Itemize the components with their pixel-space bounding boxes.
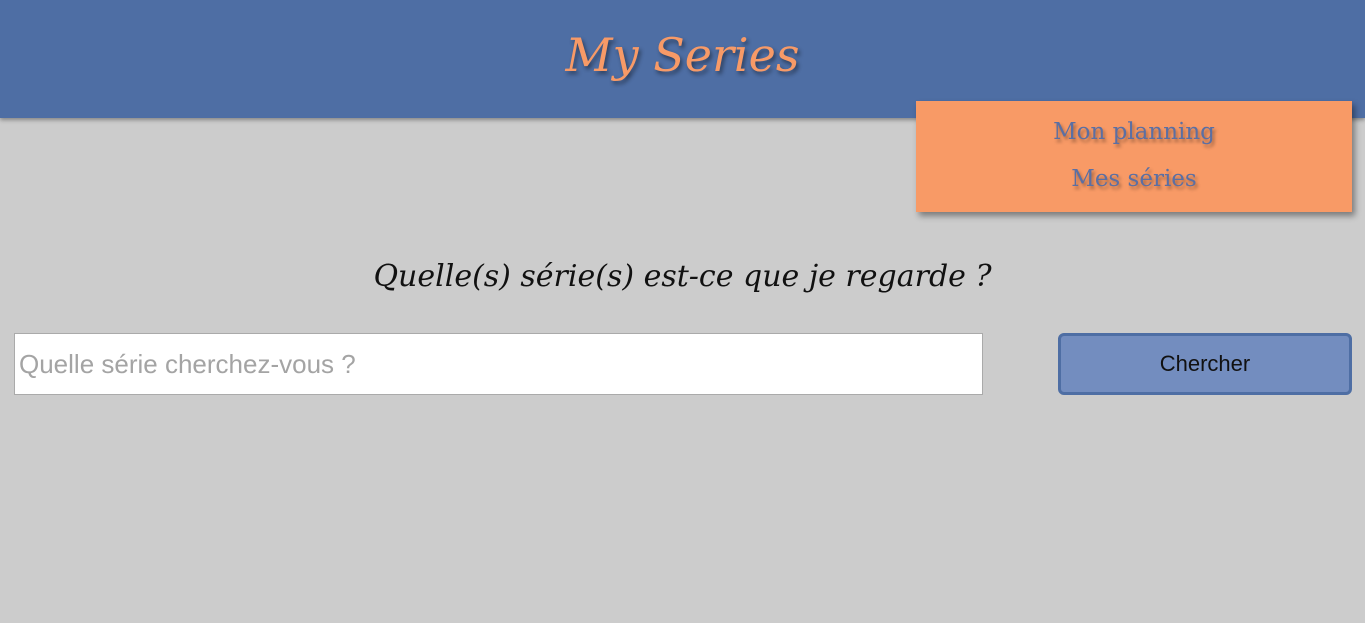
page-question-heading: Quelle(s) série(s) est-ce que je regarde… xyxy=(373,259,992,294)
site-title: My Series xyxy=(565,28,800,82)
page: My Series Mon planning Mes séries Quelle… xyxy=(0,0,1365,623)
nav-link-mon-planning[interactable]: Mon planning xyxy=(916,117,1352,147)
nav-link-mes-series[interactable]: Mes séries xyxy=(916,164,1352,194)
search-input[interactable] xyxy=(14,333,983,395)
nav-menu: Mon planning Mes séries xyxy=(916,101,1352,212)
search-button[interactable]: Chercher xyxy=(1058,333,1352,395)
